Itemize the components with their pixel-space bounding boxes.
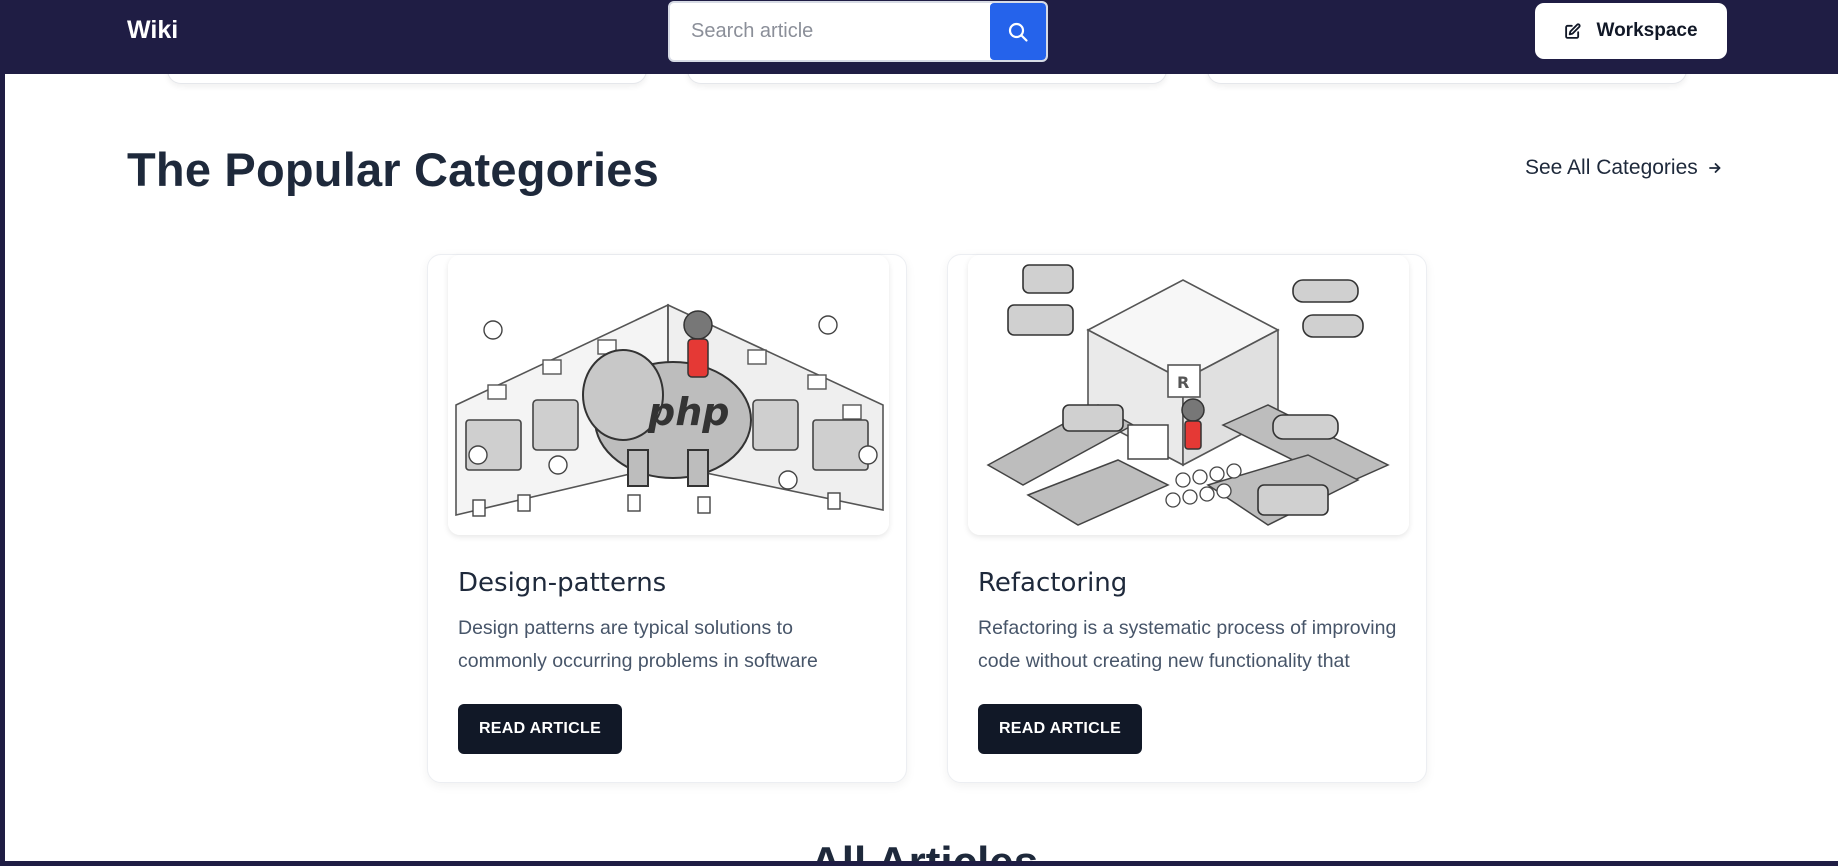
workspace-button[interactable]: Workspace [1535,3,1727,59]
category-title[interactable]: Design-patterns [458,568,666,598]
search-button[interactable] [990,3,1046,60]
see-all-label: See All Categories [1525,156,1698,179]
search-icon [1008,22,1028,42]
search-box [668,1,1048,62]
category-description: Design patterns are typical solutions to… [458,617,818,672]
php-elephant-illustration: php [448,255,889,535]
read-article-button[interactable]: READ ARTICLE [458,704,622,754]
svg-text:php: php [647,390,729,434]
arrow-right-icon [1708,163,1721,173]
edit-icon [1565,22,1582,39]
brand-logo[interactable]: Wiki [127,16,178,45]
category-description: Refactoring is a systematic process of i… [978,617,1397,672]
window-frame-bottom [0,861,1838,866]
workspace-label: Workspace [1596,20,1698,41]
svg-text:R: R [1177,373,1189,392]
top-navbar: Wiki Workspace [0,0,1838,74]
section-title: The Popular Categories [127,143,659,196]
category-title[interactable]: Refactoring [978,568,1127,598]
car-factory-illustration: R [968,255,1409,535]
window-frame-left [0,0,5,866]
category-image: php [448,255,889,535]
see-all-categories-link[interactable]: See All Categories [1525,156,1722,180]
category-card: R Refactoring Refactoring is a systemati… [947,254,1427,783]
category-image: R [968,255,1409,535]
category-card: php Design-patterns Design patterns are … [427,254,907,783]
search-input[interactable] [670,3,990,60]
read-article-button[interactable]: READ ARTICLE [978,704,1142,754]
